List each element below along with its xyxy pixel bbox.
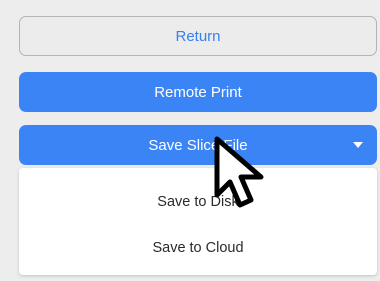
caret-down-icon[interactable] xyxy=(353,142,363,148)
save-dropdown-menu: Save to Disk Save to Cloud xyxy=(19,168,377,275)
save-slice-file-label: Save Slice File xyxy=(148,136,248,154)
save-slice-file-button[interactable]: Save Slice File xyxy=(19,125,377,165)
menu-item-save-to-disk[interactable]: Save to Disk xyxy=(19,180,377,224)
return-button[interactable]: Return xyxy=(19,16,377,56)
remote-print-button[interactable]: Remote Print xyxy=(19,72,377,112)
menu-item-save-to-cloud[interactable]: Save to Cloud xyxy=(19,226,377,270)
export-panel: Return Remote Print Save Slice File Save… xyxy=(0,0,380,281)
